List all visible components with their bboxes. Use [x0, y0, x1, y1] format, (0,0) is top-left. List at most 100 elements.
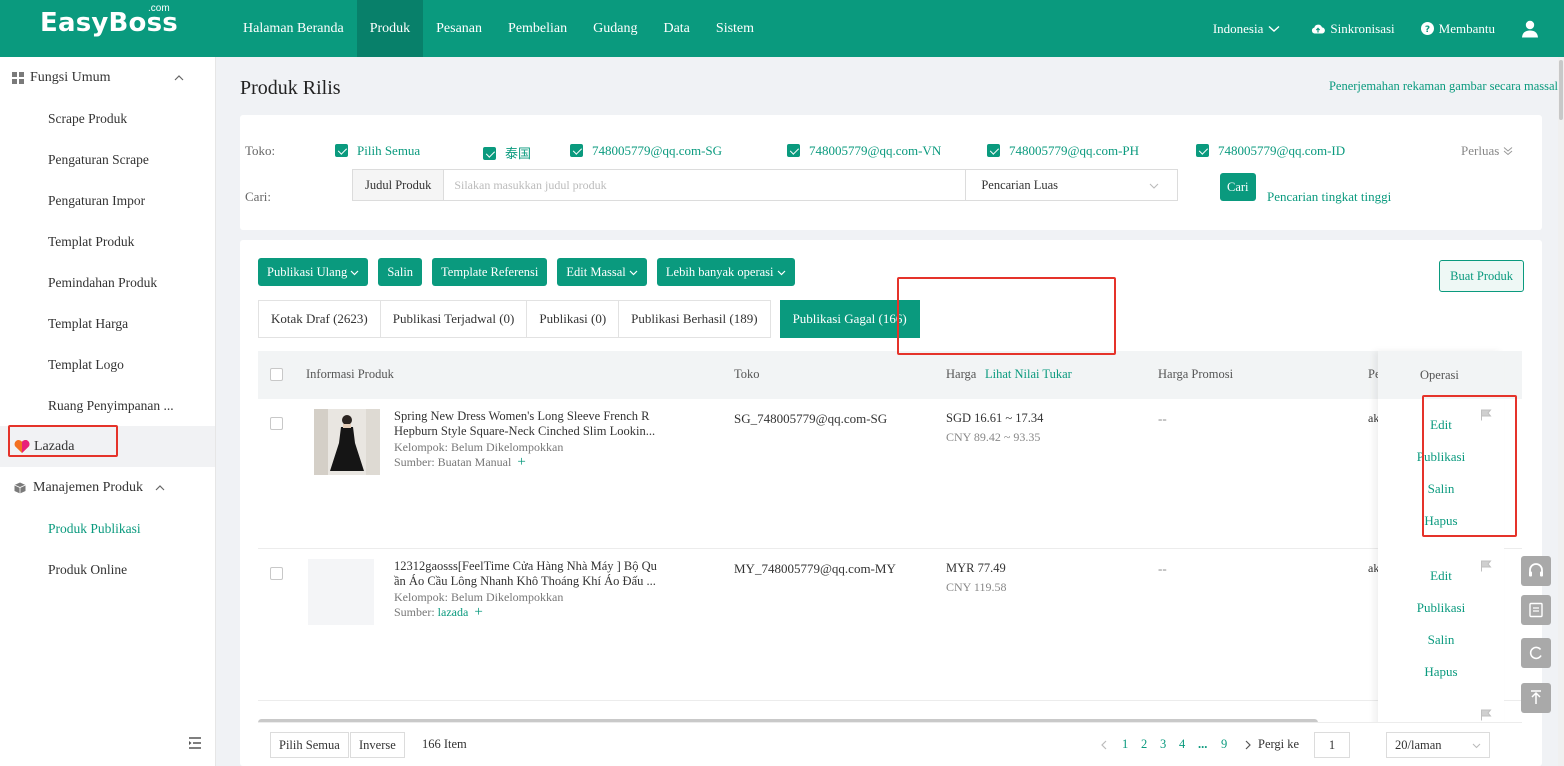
delete-link[interactable]: Hapus — [1378, 513, 1504, 529]
header-store: Toko — [734, 367, 760, 381]
search-scope-select[interactable]: Pencarian Luas — [966, 169, 1179, 201]
checkbox-checked-icon — [987, 144, 1000, 157]
store-option-label: 748005779@qq.com-SG — [592, 143, 723, 158]
sidebar-item-storage-space[interactable]: Ruang Penyimpanan ... — [0, 385, 215, 426]
publish-link[interactable]: Publikasi — [1378, 600, 1504, 616]
select-all-checkbox[interactable] — [270, 368, 283, 381]
delete-link[interactable]: Hapus — [1378, 664, 1504, 680]
product-source: Sumber: lazada + — [394, 604, 483, 620]
search-input[interactable]: Silakan masukkan judul produk — [444, 169, 967, 201]
flag-icon[interactable] — [1480, 709, 1492, 721]
sidebar-item-logo-template[interactable]: Templat Logo — [0, 344, 215, 385]
refresh-icon[interactable] — [1521, 638, 1551, 668]
store-option-vn[interactable]: 748005779@qq.com-VN — [787, 143, 941, 159]
sidebar-item-scrape-settings[interactable]: Pengaturan Scrape — [0, 139, 215, 180]
store-option-label: 748005779@qq.com-PH — [1009, 143, 1140, 158]
region-selector[interactable]: Indonesia — [1213, 21, 1286, 37]
goto-page-input[interactable]: 1 — [1314, 732, 1350, 758]
sidebar-item-online-products[interactable]: Produk Online — [0, 549, 215, 590]
sidebar-item-scrape-product[interactable]: Scrape Produk — [0, 98, 215, 139]
copy-link[interactable]: Salin — [1378, 481, 1504, 497]
tab-scheduled[interactable]: Publikasi Terjadwal (0) — [379, 300, 528, 338]
header-operations: Operasi — [1378, 351, 1504, 399]
collapse-menu-icon[interactable] — [188, 736, 202, 750]
search-field-select[interactable]: Judul Produk — [352, 169, 445, 201]
page-1[interactable]: 1 — [1122, 737, 1128, 752]
product-name[interactable]: Spring New Dress Women's Long Sleeve Fre… — [394, 409, 706, 439]
store-option-sg[interactable]: 748005779@qq.com-SG — [570, 143, 722, 159]
bulk-edit-dropdown-button[interactable]: Edit Massal — [557, 258, 647, 286]
flag-icon[interactable] — [1480, 560, 1492, 572]
list-toolbar: Publikasi Ulang Salin Template Referensi… — [258, 258, 805, 286]
page-scrollbar-thumb[interactable] — [1559, 60, 1563, 120]
nav-data[interactable]: Data — [650, 0, 702, 57]
tab-drafts[interactable]: Kotak Draf (2623) — [258, 300, 381, 338]
product-thumbnail[interactable] — [314, 409, 380, 475]
top-navbar: EasyBoss .com Halaman Beranda Produk Pes… — [0, 0, 1564, 57]
item-count: 166 Item — [422, 737, 467, 751]
tab-publishing[interactable]: Publikasi (0) — [526, 300, 620, 338]
nav-warehouse[interactable]: Gudang — [580, 0, 650, 57]
product-name[interactable]: 12312gaosss[FeelTime Cửa Hàng Nhà Máy ] … — [394, 559, 706, 589]
flag-icon[interactable] — [1480, 409, 1492, 421]
store-option-id[interactable]: 748005779@qq.com-ID — [1196, 143, 1345, 159]
store-option-label: 748005779@qq.com-ID — [1218, 143, 1346, 158]
publish-link[interactable]: Publikasi — [1378, 449, 1504, 465]
customer-service-icon[interactable] — [1521, 556, 1551, 586]
copy-link[interactable]: Salin — [1378, 632, 1504, 648]
sidebar-item-product-transfer[interactable]: Pemindahan Produk — [0, 262, 215, 303]
expand-filter-button[interactable]: Perluas — [1461, 143, 1513, 159]
more-operations-dropdown-button[interactable]: Lebih banyak operasi — [656, 258, 795, 286]
template-reference-button[interactable]: Template Referensi — [432, 258, 548, 286]
add-source-plus-icon[interactable]: + — [517, 454, 525, 470]
inverse-selection-button[interactable]: Inverse — [350, 732, 405, 758]
tab-published-success[interactable]: Publikasi Berhasil (189) — [618, 300, 771, 338]
search-button[interactable]: Cari — [1220, 173, 1256, 201]
nav-system[interactable]: Sistem — [703, 0, 767, 57]
source-value[interactable]: lazada — [438, 605, 469, 619]
sync-button[interactable]: Sinkronisasi — [1311, 21, 1395, 37]
store-option-ph[interactable]: 748005779@qq.com-PH — [987, 143, 1139, 159]
sidebar-group-product-management[interactable]: Manajemen Produk — [0, 467, 215, 508]
chevron-left-icon[interactable] — [1100, 740, 1108, 750]
add-source-plus-icon[interactable]: + — [474, 604, 482, 620]
user-avatar[interactable] — [1521, 20, 1544, 38]
arrow-up-icon — [1531, 690, 1541, 704]
sidebar-group-common[interactable]: Fungsi Umum — [0, 57, 215, 98]
advanced-search-link[interactable]: Pencarian tingkat tinggi — [1267, 189, 1391, 205]
user-icon — [1522, 20, 1538, 37]
republish-dropdown-button[interactable]: Publikasi Ulang — [258, 258, 369, 286]
page-9[interactable]: 9 — [1221, 737, 1227, 752]
sidebar-item-product-template[interactable]: Templat Produk — [0, 221, 215, 262]
store-option-thailand[interactable]: 泰国 — [483, 143, 531, 162]
product-list-card: Publikasi Ulang Salin Template Referensi… — [240, 240, 1542, 766]
nav-purchases[interactable]: Pembelian — [495, 0, 580, 57]
select-all-button[interactable]: Pilih Semua — [270, 732, 349, 758]
store-option-select-all[interactable]: Pilih Semua — [335, 143, 420, 159]
header-price: Harga — [946, 367, 977, 381]
nav-home[interactable]: Halaman Beranda — [230, 0, 357, 57]
exchange-rate-link[interactable]: Lihat Nilai Tukar — [985, 367, 1072, 382]
product-thumbnail[interactable] — [308, 559, 374, 625]
copy-button[interactable]: Salin — [378, 258, 423, 286]
mass-image-translate-link[interactable]: Penerjemahan rekaman gambar secara massa… — [1329, 79, 1558, 94]
back-to-top-icon[interactable] — [1521, 683, 1551, 713]
page-ellipsis[interactable]: ... — [1198, 737, 1207, 752]
sidebar-item-published-products[interactable]: Produk Publikasi — [0, 508, 215, 549]
sidebar-item-import-settings[interactable]: Pengaturan Impor — [0, 180, 215, 221]
row-checkbox[interactable] — [270, 417, 283, 430]
feedback-icon[interactable] — [1521, 595, 1551, 625]
row-checkbox[interactable] — [270, 567, 283, 580]
sidebar-platform-lazada[interactable]: Lazada — [0, 426, 215, 467]
tab-published-failed[interactable]: Publikasi Gagal (166) — [779, 300, 920, 338]
sidebar-item-price-template[interactable]: Templat Harga — [0, 303, 215, 344]
nav-products[interactable]: Produk — [356, 0, 424, 57]
page-4[interactable]: 4 — [1179, 737, 1185, 752]
create-product-button[interactable]: Buat Produk — [1439, 260, 1524, 292]
page-3[interactable]: 3 — [1160, 737, 1166, 752]
page-size-select[interactable]: 20/laman — [1386, 732, 1490, 758]
chevron-right-icon[interactable] — [1244, 740, 1252, 750]
nav-orders[interactable]: Pesanan — [423, 0, 495, 57]
help-button[interactable]: ? Membantu — [1420, 21, 1495, 37]
page-2[interactable]: 2 — [1141, 737, 1147, 752]
